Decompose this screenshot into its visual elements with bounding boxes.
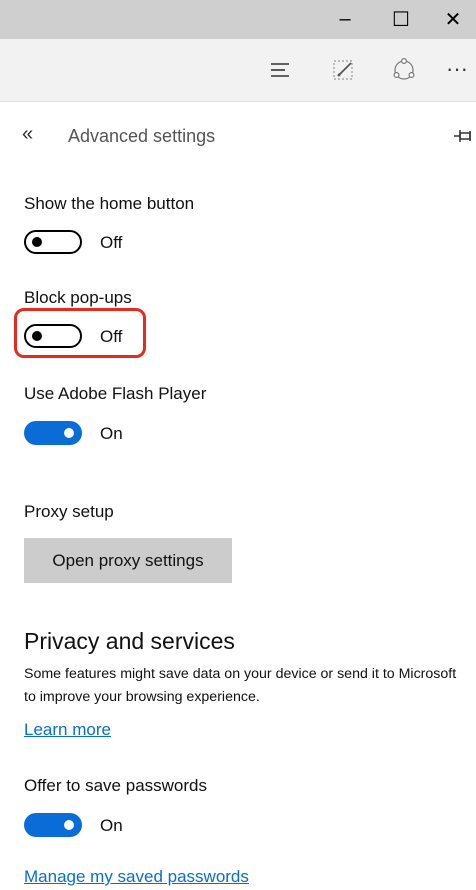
pin-button[interactable] [452, 124, 476, 148]
toggle-knob [32, 331, 42, 341]
share-button[interactable] [390, 56, 418, 84]
close-button[interactable]: ✕ [430, 0, 476, 39]
learn-more-link[interactable]: Learn more [24, 720, 111, 740]
maximize-icon: ☐ [392, 9, 410, 31]
more-icon: ··· [446, 56, 468, 81]
toggle-knob [32, 237, 42, 247]
home-button-state: Off [100, 233, 123, 252]
toggle-knob [64, 820, 74, 830]
back-icon: « [22, 123, 34, 145]
minimize-button[interactable]: – [322, 0, 368, 39]
minimize-icon: – [339, 8, 351, 30]
share-icon [393, 57, 415, 80]
home-button-label: Show the home button [24, 194, 195, 213]
browser-toolbar: ··· [0, 39, 476, 102]
maximize-button[interactable]: ☐ [378, 0, 424, 39]
flash-toggle[interactable] [24, 421, 82, 445]
home-button-toggle[interactable] [24, 230, 82, 254]
open-proxy-settings-button[interactable]: Open proxy settings [24, 538, 232, 583]
manage-passwords-link[interactable]: Manage my saved passwords [24, 867, 249, 887]
toggle-knob [64, 428, 74, 438]
flash-state: On [100, 424, 123, 443]
panel-title: Advanced settings [68, 126, 216, 146]
block-popups-toggle[interactable] [24, 324, 82, 348]
title-bar: – ☐ ✕ [0, 0, 476, 39]
flash-label: Use Adobe Flash Player [24, 384, 207, 403]
proxy-label: Proxy setup [24, 502, 114, 521]
offer-passwords-state: On [100, 816, 123, 835]
more-button[interactable]: ··· [446, 56, 476, 84]
advanced-settings-panel: « Advanced settings Show the home button… [0, 102, 476, 890]
hub-icon [271, 63, 289, 77]
web-note-button[interactable] [329, 56, 357, 84]
privacy-section-title: Privacy and services [24, 628, 235, 654]
back-button[interactable]: « [22, 123, 33, 146]
privacy-description: Some features might save data on your de… [24, 666, 457, 705]
block-popups-label: Block pop-ups [24, 288, 132, 307]
block-popups-state: Off [100, 327, 123, 346]
web-note-icon [333, 60, 353, 80]
offer-passwords-label: Offer to save passwords [24, 776, 207, 795]
hub-button[interactable] [266, 56, 294, 84]
pin-icon [454, 130, 471, 142]
close-icon: ✕ [444, 9, 462, 31]
offer-passwords-toggle[interactable] [24, 813, 82, 837]
